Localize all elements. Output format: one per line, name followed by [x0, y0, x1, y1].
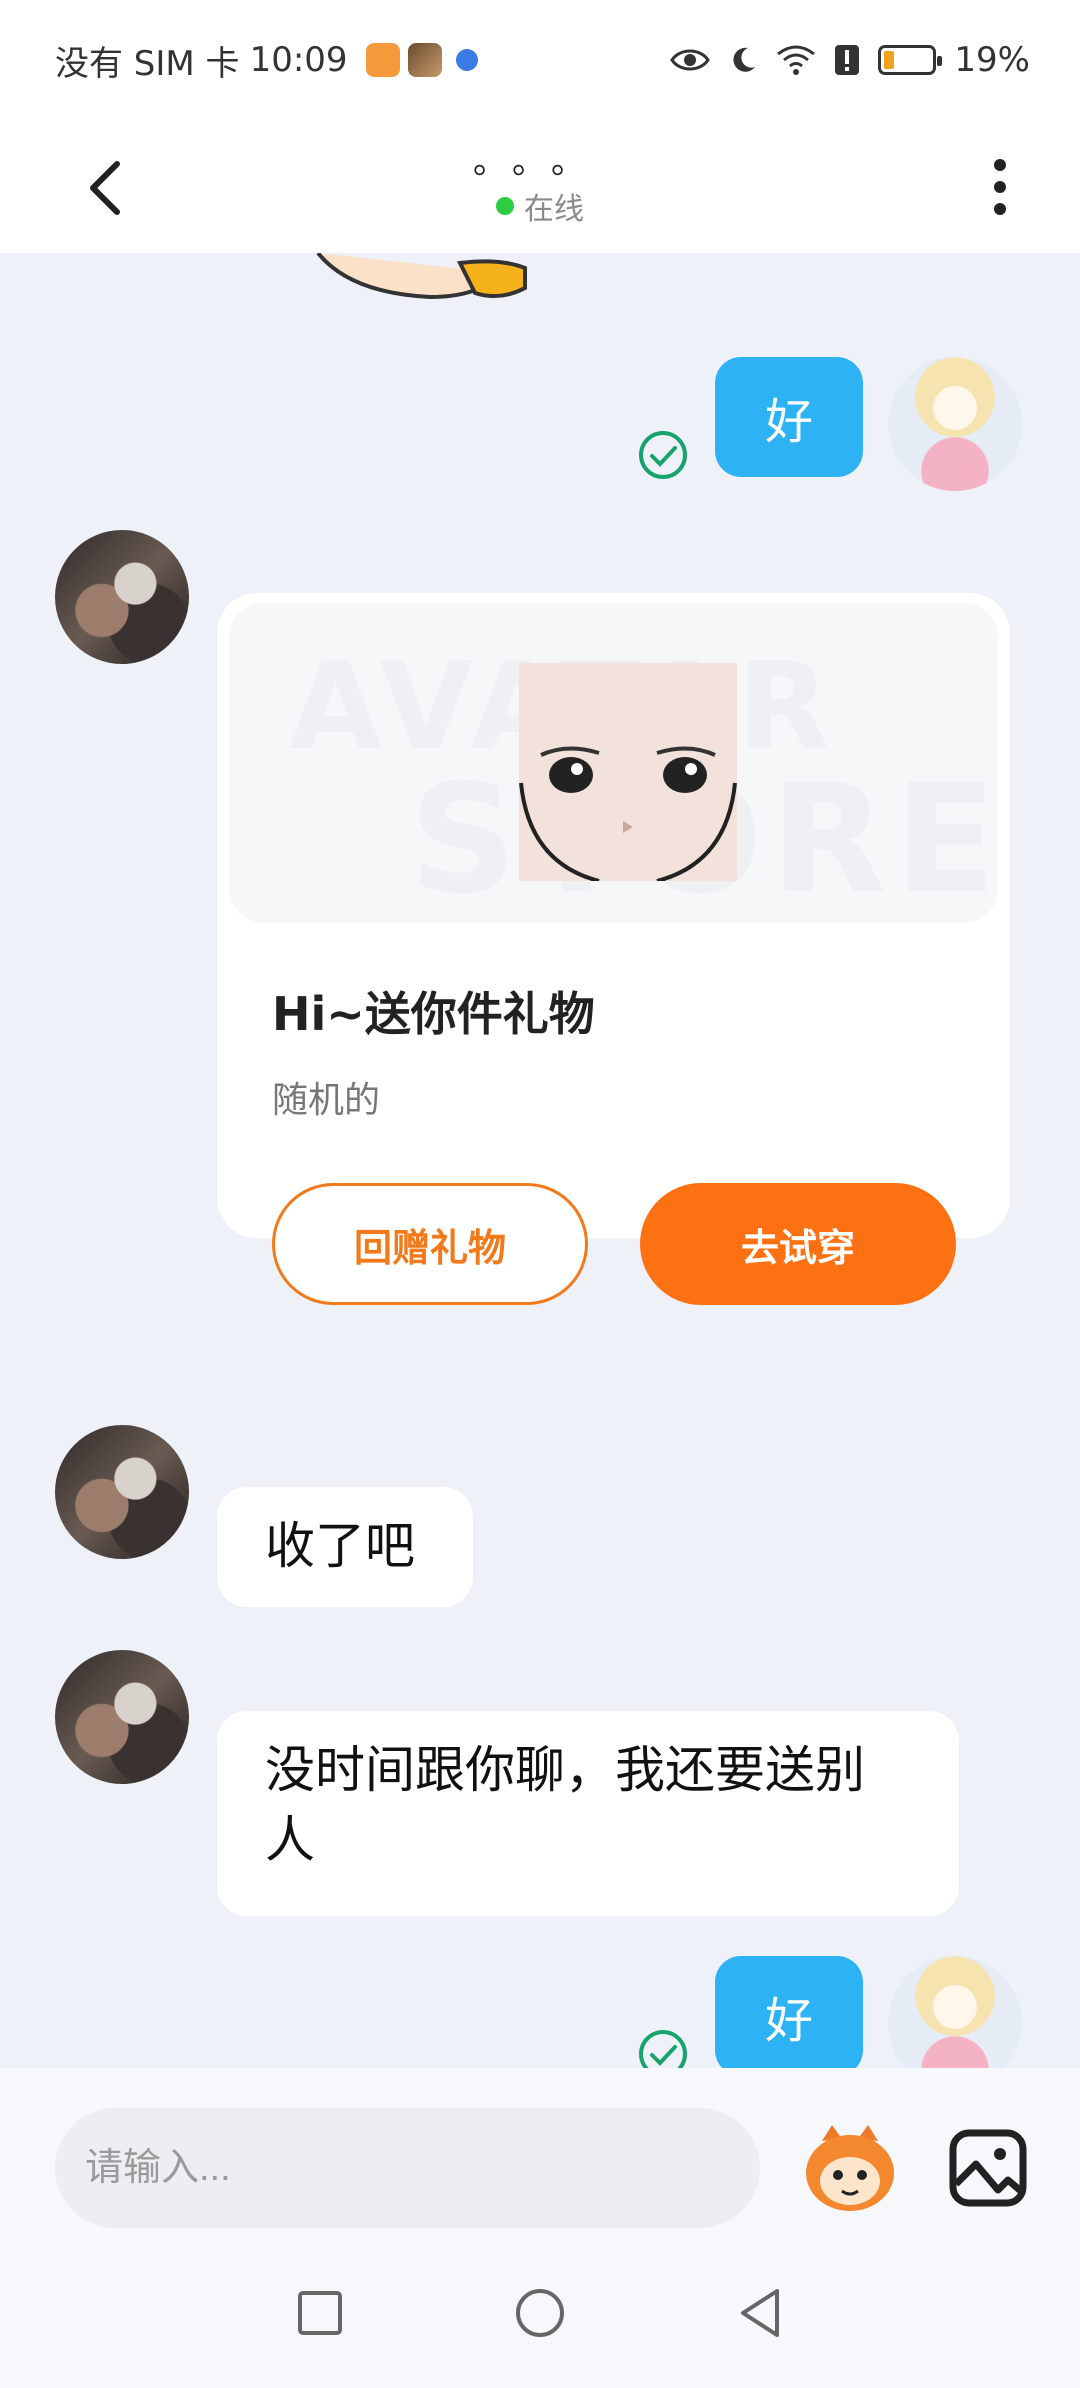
incoming-message[interactable]: 没时间跟你聊，我还要送别人 [217, 1711, 959, 1916]
battery-icon [878, 45, 943, 75]
photo-notification-icon [407, 43, 442, 77]
status-right: 19% [670, 40, 1030, 80]
contact-name: 。。。 [473, 141, 607, 182]
contact-avatar[interactable] [55, 1650, 189, 1784]
carrier-text: 没有 SIM 卡 [55, 43, 240, 84]
message-input-bar [0, 2068, 1080, 2238]
gift-preview: AVATAR STORE [229, 603, 998, 923]
emoji-button[interactable] [800, 2118, 900, 2218]
gift-face-image [519, 663, 737, 881]
gift-card[interactable]: AVATAR STORE Hi~送你件礼物 随机的 回赠礼物 去试穿 [217, 593, 1010, 1305]
battery-fill [884, 51, 895, 69]
system-nav-bar [0, 2238, 1080, 2388]
battery-percent: 19% [954, 40, 1030, 80]
moon-icon [733, 47, 756, 72]
incoming-message[interactable]: 收了吧 [217, 1487, 473, 1607]
contact-avatar[interactable] [55, 530, 189, 664]
clock: 10:09 [249, 40, 348, 80]
status-left: 没有 SIM 卡 10:09 [55, 36, 484, 85]
more-options-button[interactable] [970, 142, 1030, 232]
recents-button[interactable] [285, 2278, 355, 2348]
online-status: 在线 [496, 184, 584, 228]
back-button[interactable] [75, 148, 135, 228]
my-avatar[interactable] [888, 357, 1022, 491]
sticker-partial [316, 253, 527, 300]
image-icon [949, 2129, 1027, 2207]
notification-icons [365, 43, 484, 77]
triangle-back-icon [741, 2289, 779, 2337]
eye-icon [670, 49, 711, 71]
gift-subtitle: 随机的 [272, 1080, 381, 1121]
square-icon [298, 2291, 342, 2335]
outgoing-message[interactable]: 好 [715, 1956, 863, 2068]
status-bar: 没有 SIM 卡 10:09 19% [0, 0, 1080, 120]
image-button[interactable] [940, 2120, 1036, 2216]
chat-title-area: 。。。 在线 [473, 140, 607, 228]
read-check-icon [639, 431, 687, 479]
circle-icon [516, 2289, 564, 2337]
read-check-icon [639, 2030, 687, 2068]
back-nav-button[interactable] [725, 2278, 795, 2348]
online-dot-icon [496, 196, 514, 215]
contact-avatar[interactable] [55, 1425, 189, 1559]
app-notification-icon [365, 43, 400, 77]
my-avatar[interactable] [888, 1956, 1022, 2068]
home-button[interactable] [505, 2278, 575, 2348]
outgoing-message[interactable]: 好 [715, 357, 863, 477]
chat-messages[interactable]: 好 AVATAR STORE Hi~送你件礼物 随机的 回赠礼物 去试穿 [0, 253, 1080, 2068]
message-input[interactable] [55, 2108, 760, 2228]
more-vertical-icon [994, 159, 1006, 215]
gift-title: Hi~送你件礼物 [272, 987, 595, 1041]
browser-notification-icon [449, 43, 484, 77]
alert-icon [835, 45, 860, 75]
wifi-icon [777, 45, 816, 75]
try-on-button[interactable]: 去试穿 [640, 1183, 956, 1305]
sticker-mascot-icon [806, 2125, 894, 2211]
chat-header: 。。。 在线 [0, 120, 1080, 253]
return-gift-button[interactable]: 回赠礼物 [272, 1183, 588, 1305]
online-status-text: 在线 [524, 191, 584, 227]
chevron-left-icon [90, 161, 120, 215]
